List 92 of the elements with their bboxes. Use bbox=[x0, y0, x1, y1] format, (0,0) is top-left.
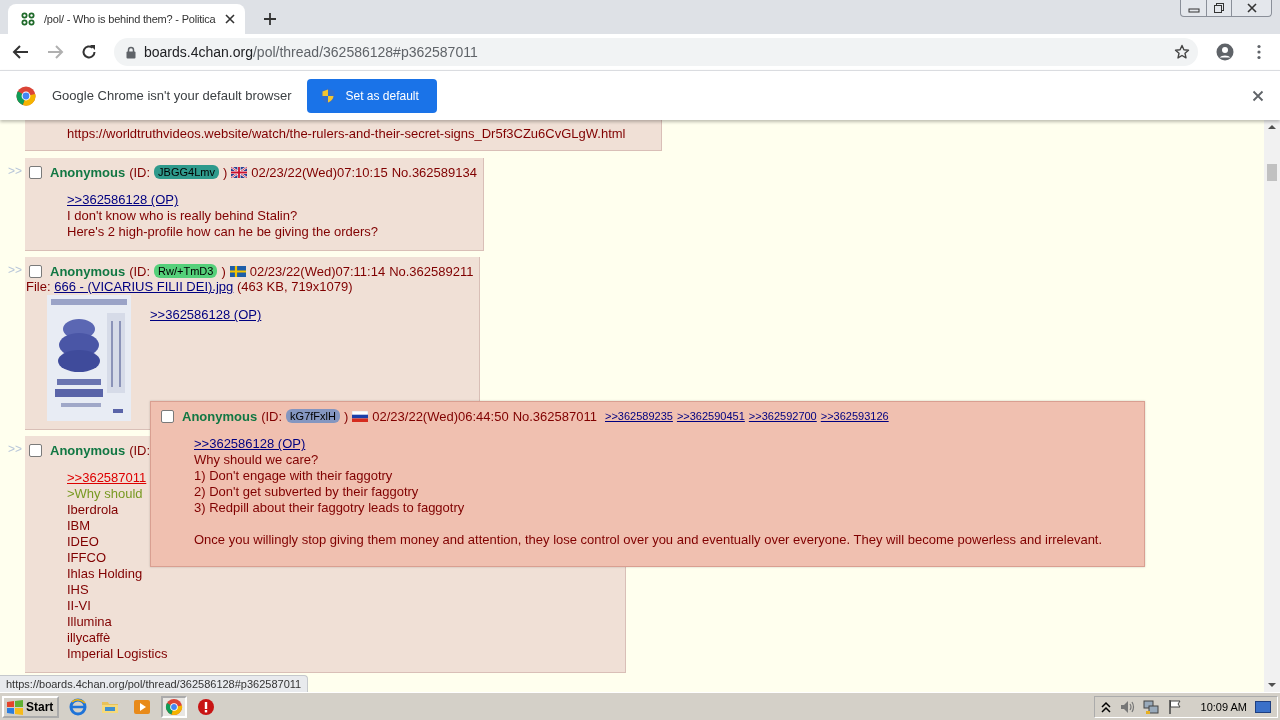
chrome-icon[interactable] bbox=[165, 697, 184, 716]
id-label: (ID: bbox=[261, 408, 283, 424]
star-icon[interactable] bbox=[1174, 44, 1190, 60]
post-number[interactable]: No.362589211 bbox=[389, 263, 474, 279]
checkbox[interactable] bbox=[29, 264, 42, 278]
post-datetime: 02/23/22(Wed)07:11:14 bbox=[249, 263, 386, 279]
id-label: (ID: bbox=[129, 164, 151, 180]
back-icon[interactable] bbox=[12, 43, 30, 61]
file-link[interactable]: 666 - (VICARIUS FILII DEI).jpg bbox=[54, 279, 234, 294]
quote-link[interactable]: >>362587011 bbox=[67, 470, 147, 485]
post-text-line: IBM bbox=[67, 518, 91, 534]
browser-icon[interactable] bbox=[69, 697, 88, 716]
post-text-line: I don't know who is really behind Stalin? bbox=[67, 208, 298, 224]
greentext-line: >Why should bbox=[67, 486, 143, 502]
infobar-message: Google Chrome isn't your default browser bbox=[52, 88, 292, 103]
post-text-line: Why should we care? bbox=[194, 452, 319, 468]
post-marker: >> bbox=[7, 163, 23, 178]
close-icon[interactable] bbox=[223, 13, 236, 25]
post-number[interactable]: No.362589134 bbox=[391, 164, 477, 180]
poster-id-badge[interactable]: Rw/+TmD3 bbox=[154, 264, 218, 278]
post-datetime: 02/23/22(Wed)07:10:15 bbox=[251, 164, 388, 180]
media-player-icon[interactable] bbox=[133, 697, 152, 716]
shield-icon bbox=[321, 87, 336, 104]
post-text-line: 1) Don't engage with their faggotry bbox=[194, 468, 393, 484]
clock: 10:09 AM bbox=[1200, 700, 1247, 713]
post-text-line: illycaffè bbox=[67, 630, 111, 646]
post-marker: >> bbox=[7, 262, 23, 277]
clover-icon bbox=[20, 11, 36, 27]
windows-icon bbox=[6, 698, 24, 715]
show-desktop-icon[interactable] bbox=[1255, 699, 1271, 714]
poster-name: Anonymous bbox=[50, 164, 126, 180]
post-text-line: 2) Don't get subverted by their faggotry bbox=[194, 484, 419, 500]
poster-id-badge[interactable]: JBGG4Lmv bbox=[154, 165, 219, 179]
checkbox[interactable] bbox=[161, 409, 174, 423]
quote-link[interactable]: >>362586128 (OP) bbox=[194, 436, 306, 451]
backlink[interactable]: >>362590451 bbox=[676, 410, 745, 422]
post-text-line: IHS bbox=[67, 582, 89, 598]
poster-id-badge[interactable]: kG7fFxlH bbox=[286, 409, 340, 423]
set-default-button[interactable]: Set as default bbox=[307, 78, 437, 113]
poster-name: Anonymous bbox=[50, 442, 126, 458]
network-icon[interactable] bbox=[1142, 698, 1159, 715]
reload-icon[interactable] bbox=[80, 43, 98, 61]
id-close-paren: ) bbox=[343, 408, 349, 424]
id-label: (ID: bbox=[129, 442, 151, 458]
quote-link[interactable]: >>362586128 (OP) bbox=[150, 307, 262, 322]
address-bar[interactable]: boards.4chan.org/pol/thread/362586128#p362587011 bbox=[114, 38, 1198, 66]
scrollbar[interactable] bbox=[1264, 120, 1280, 692]
flag-icon bbox=[231, 166, 248, 178]
backlink[interactable]: >>362592700 bbox=[748, 410, 817, 422]
flag-icon bbox=[229, 265, 246, 277]
flag-icon bbox=[352, 410, 369, 422]
backlink[interactable]: >>362589235 bbox=[605, 410, 673, 422]
post-text-line: IFFCO bbox=[67, 550, 106, 566]
status-url: https://boards.4chan.org/pol/thread/362586128#p362587011 bbox=[0, 675, 309, 692]
poster-name: Anonymous bbox=[50, 263, 126, 279]
tab-title: /pol/ - Who is behind them? - Politica bbox=[44, 13, 216, 25]
file-label: File: bbox=[26, 279, 52, 294]
browser-tab[interactable]: /pol/ - Who is behind them? - Politica bbox=[8, 4, 245, 34]
flag-icon[interactable] bbox=[1166, 698, 1183, 715]
start-button[interactable]: Start bbox=[2, 695, 60, 718]
post-text-line: Imperial Logistics bbox=[67, 646, 168, 662]
url-text: boards.4chan.org/pol/thread/362586128#p362587011 bbox=[144, 44, 479, 60]
close-icon[interactable] bbox=[1252, 89, 1264, 102]
post-text-line: Once you willingly stop giving them money and attention, they lose control over you and eventually over everyone. They will become powerless and irrelevant. bbox=[194, 532, 1103, 548]
checkbox[interactable] bbox=[29, 165, 42, 179]
close-icon bbox=[1245, 3, 1258, 13]
id-close-paren: ) bbox=[221, 263, 226, 279]
post-text-line: https://worldtruthvideos.website/watch/the-rulers-and-their-secret-signs_Dr5f3CZu6CvGLgW.html bbox=[67, 126, 626, 142]
backlink[interactable]: >>362593126 bbox=[820, 410, 889, 422]
post-text-line: Here's 2 high-profile how can he be giving the orders? bbox=[67, 224, 379, 240]
post-text-line: IDEO bbox=[67, 534, 99, 550]
file-info: (463 KB, 719x1079) bbox=[235, 279, 353, 294]
post-datetime: 02/23/22(Wed)06:44:50 bbox=[372, 408, 509, 424]
post-text-line: Iberdrola bbox=[67, 502, 119, 518]
post-text-line: 3) Redpill about their faggotry leads to faggotry bbox=[194, 500, 465, 516]
chrome-icon bbox=[16, 85, 36, 106]
post-text-line: II-VI bbox=[67, 598, 91, 614]
stop-icon[interactable] bbox=[197, 697, 216, 716]
checkbox[interactable] bbox=[29, 443, 42, 457]
chevron-up-icon[interactable] bbox=[1100, 700, 1111, 713]
plus-icon[interactable] bbox=[261, 10, 279, 28]
post-number[interactable]: No.362587011 bbox=[512, 408, 597, 424]
quote-link[interactable]: >>362586128 (OP) bbox=[67, 192, 179, 207]
id-close-paren: ) bbox=[222, 164, 228, 180]
post-marker: >> bbox=[7, 441, 23, 456]
lock-icon bbox=[126, 45, 136, 59]
account-icon[interactable] bbox=[1216, 43, 1234, 61]
id-label: (ID: bbox=[129, 263, 151, 279]
post-text-line: Ihlas Holding bbox=[67, 566, 143, 582]
poster-name: Anonymous bbox=[182, 408, 258, 424]
scroll-thumb[interactable] bbox=[1267, 164, 1277, 181]
post-text-line: Illumina bbox=[67, 614, 112, 630]
